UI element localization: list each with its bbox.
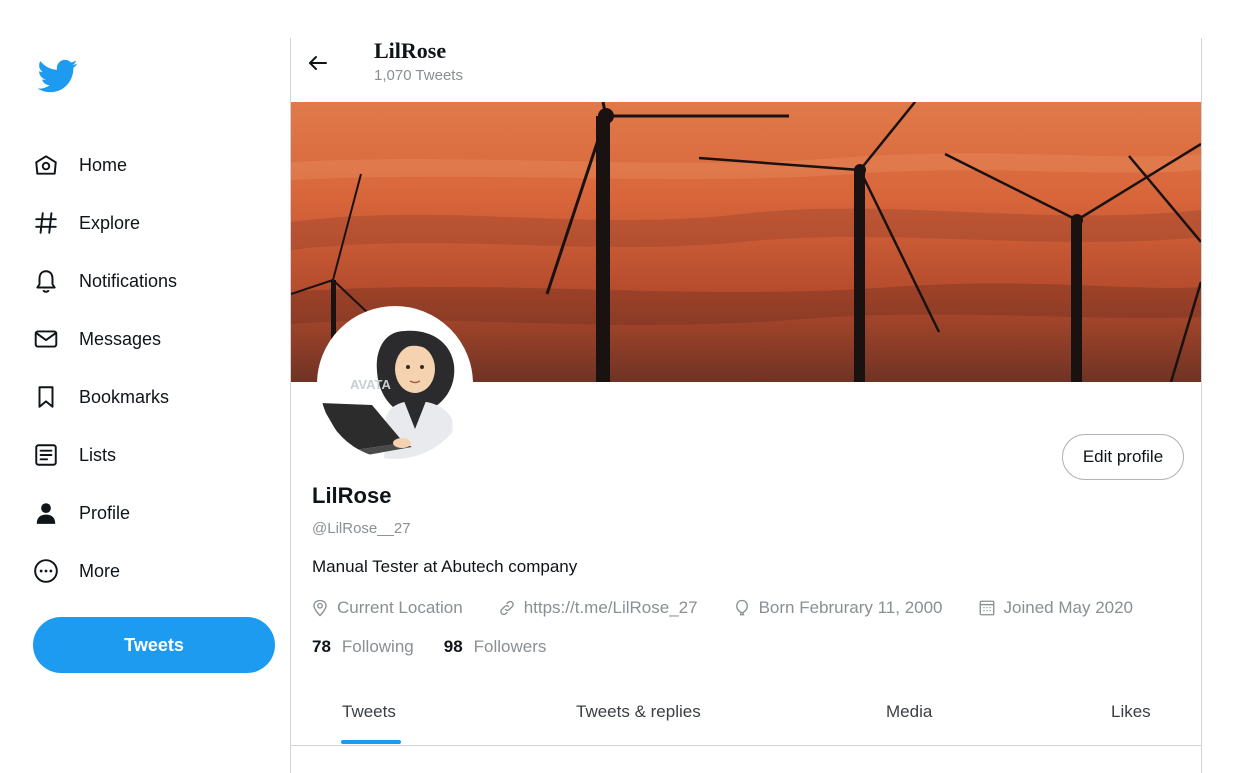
following-label: Following — [341, 637, 414, 656]
person-icon — [32, 499, 60, 527]
sidebar-item-label: Home — [79, 154, 128, 175]
twitter-bird-icon[interactable] — [36, 56, 80, 96]
sidebar-item-label: More — [79, 560, 121, 581]
followers-count: 98 — [443, 637, 463, 656]
more-circle-icon — [32, 557, 60, 585]
tweet-button[interactable]: Tweets — [33, 617, 275, 673]
followers-link[interactable]: 98 Followers — [444, 637, 547, 657]
display-name: LilRose — [312, 483, 392, 508]
profile-header: LilRose 1,070 Tweets — [291, 38, 1201, 102]
tab-likes[interactable]: Likes — [1111, 702, 1151, 722]
list-icon — [32, 441, 60, 469]
hashtag-icon — [32, 209, 60, 237]
avatar-watermark: AVATA — [350, 377, 392, 392]
user-handle: @LilRose__27 — [312, 520, 411, 537]
following-link[interactable]: 78 Following — [312, 637, 414, 657]
sidebar-item-label: Bookmarks — [79, 386, 170, 407]
joined-text: Joined May 2020 — [1003, 598, 1134, 617]
location-item: Current Location — [310, 598, 463, 618]
sidebar-item-messages[interactable]: Messages — [32, 319, 161, 359]
bell-icon — [32, 267, 60, 295]
edit-profile-button[interactable]: Edit profile — [1062, 434, 1184, 480]
home-icon — [32, 151, 60, 179]
user-bio: Manual Tester at Abutech company — [312, 557, 578, 576]
birthday-item: Born Februrary 11, 2000 — [732, 598, 943, 618]
sidebar-item-notifications[interactable]: Notifications — [32, 261, 177, 301]
sidebar-item-label: Lists — [79, 444, 117, 465]
sidebar-item-home[interactable]: Home — [32, 145, 127, 185]
sidebar-item-label: Messages — [79, 328, 162, 349]
website-text: https://t.me/LilRose_27 — [523, 598, 698, 617]
bookmark-icon — [32, 383, 60, 411]
joined-item: Joined May 2020 — [977, 598, 1133, 618]
location-text: Current Location — [337, 598, 463, 617]
tab-media[interactable]: Media — [886, 702, 932, 722]
sidebar-item-bookmarks[interactable]: Bookmarks — [32, 377, 169, 417]
profile-tabs: Tweets Tweets & replies Media Likes — [291, 688, 1201, 746]
page-title: LilRose — [374, 38, 447, 63]
sidebar-item-explore[interactable]: Explore — [32, 203, 140, 243]
location-pin-icon — [310, 598, 330, 618]
sidebar-item-label: Notifications — [79, 270, 178, 291]
sidebar-item-label: Profile — [79, 502, 131, 523]
link-icon — [497, 598, 517, 618]
following-count: 78 — [312, 637, 331, 656]
sidebar-item-profile[interactable]: Profile — [32, 493, 130, 533]
website-link[interactable]: https://t.me/LilRose_27 — [497, 598, 698, 618]
tab-tweets[interactable]: Tweets — [342, 702, 396, 722]
balloon-icon — [732, 598, 752, 618]
calendar-icon — [977, 598, 997, 618]
profile-column: LilRose 1,070 Tweets AVATA Edit profile … — [290, 38, 1202, 773]
avatar[interactable]: AVATA — [317, 306, 473, 462]
profile-meta: Current Location https://t.me/LilRose_27… — [310, 594, 1133, 622]
sidebar-item-more[interactable]: More — [32, 551, 120, 591]
follow-stats: 78 Following 98 Followers — [312, 637, 576, 657]
envelope-icon — [32, 325, 60, 353]
tweet-count: 1,070 Tweets — [374, 67, 463, 84]
birthday-text: Born Februrary 11, 2000 — [758, 598, 943, 617]
tab-tweets-replies[interactable]: Tweets & replies — [576, 702, 701, 722]
followers-label: Followers — [473, 637, 547, 656]
sidebar-item-label: Explore — [79, 212, 141, 233]
active-tab-indicator — [341, 740, 401, 744]
sidebar: Home Explore Notifications Messages Book… — [0, 0, 290, 773]
arrow-left-icon[interactable] — [305, 50, 331, 76]
sidebar-item-lists[interactable]: Lists — [32, 435, 116, 475]
